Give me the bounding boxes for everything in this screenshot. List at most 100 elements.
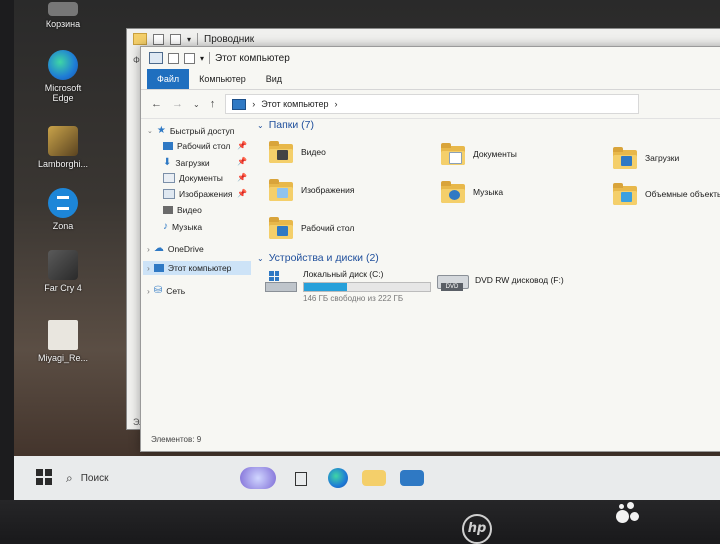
dvd-badge: DVD xyxy=(441,283,463,291)
nav-network[interactable]: › ⛁ Сеть xyxy=(147,285,185,296)
up-arrow-icon[interactable]: ↑ xyxy=(210,98,216,110)
dvd-drive-icon: DVD xyxy=(437,269,469,293)
folder-item-3d-objects[interactable]: Объемные объекты xyxy=(613,183,720,205)
folder-item-downloads[interactable]: Загрузки xyxy=(613,147,679,169)
desktop-icon-recycle-bin[interactable]: Корзина xyxy=(32,2,94,29)
dropdown-icon[interactable]: ▾ xyxy=(200,54,204,63)
file-explorer-icon[interactable] xyxy=(362,470,386,486)
folder-item-video[interactable]: Видео xyxy=(269,141,326,163)
chevron-down-icon[interactable]: ⌄ xyxy=(257,254,264,263)
status-bar-count: Элементов: 9 xyxy=(151,435,202,444)
devices-group-title: Устройства и диски (2) xyxy=(268,252,379,264)
drive-item-dvd[interactable]: DVD DVD RW дисковод (F:) xyxy=(437,269,564,293)
navigation-pane: ⌄ ★ Быстрый доступ Рабочий стол 📌 ⬇ Загр… xyxy=(141,119,251,419)
nav-label: Музыка xyxy=(172,221,203,232)
pin-icon[interactable]: 📌 xyxy=(237,157,247,166)
pictures-folder-icon xyxy=(269,179,293,201)
task-view-icon[interactable] xyxy=(290,467,314,489)
desktop-icon-far-cry[interactable]: Far Cry 4 xyxy=(32,250,94,293)
folder-icon xyxy=(133,33,147,45)
computer-icon xyxy=(232,98,247,110)
desktop-icon-label: Zona xyxy=(52,221,74,231)
nav-item-desktop[interactable]: Рабочий стол xyxy=(163,141,230,151)
folders-group-header[interactable]: ⌄ Папки (7) xyxy=(257,119,314,131)
screen: Корзина Microsoft Edge Lamborghi... Zona… xyxy=(14,0,720,500)
desktop-icon-zona[interactable]: Zona xyxy=(32,188,94,231)
folder-item-documents[interactable]: Документы xyxy=(441,143,517,165)
file-icon xyxy=(48,320,78,350)
address-path: Этот компьютер xyxy=(261,99,329,109)
nav-label: Документы xyxy=(179,173,223,183)
download-icon: ⬇ xyxy=(163,157,172,168)
nav-item-videos[interactable]: Видео xyxy=(163,205,202,215)
title-separator xyxy=(197,33,199,45)
chevron-right-icon[interactable]: › xyxy=(335,99,338,109)
desktop-icon xyxy=(163,142,173,150)
recycle-bin-icon xyxy=(48,2,78,16)
folder-label: Загрузки xyxy=(645,153,680,163)
desktop-icon-edge[interactable]: Microsoft Edge xyxy=(32,50,94,103)
nav-item-documents[interactable]: Документы xyxy=(163,173,223,183)
desktop-icon-label: Корзина xyxy=(45,19,81,29)
folder-item-pictures[interactable]: Изображения xyxy=(269,179,354,201)
properties-icon[interactable] xyxy=(153,33,164,45)
taskbar: ⌕ Поиск xyxy=(14,456,720,500)
nav-label: Этот компьютер xyxy=(167,263,232,273)
folder-label: Объемные объекты xyxy=(645,189,720,199)
folder-item-music[interactable]: Музыка xyxy=(441,181,503,203)
nav-this-pc[interactable]: › Этот компьютер xyxy=(143,261,251,275)
chevron-right-icon[interactable]: › xyxy=(147,244,150,254)
edge-icon xyxy=(48,50,78,80)
music-folder-icon xyxy=(441,181,465,203)
chevron-right-icon[interactable]: › xyxy=(147,263,150,273)
desktop-icon-lamborghini[interactable]: Lamborghi... xyxy=(32,126,94,169)
nav-quick-access[interactable]: ⌄ ★ Быстрый доступ xyxy=(147,125,234,136)
window-titlebar[interactable]: ▾ Этот компьютер xyxy=(141,47,720,69)
tab-file[interactable]: Файл xyxy=(147,69,190,89)
dropdown-icon[interactable]: ▾ xyxy=(187,35,191,44)
new-folder-icon[interactable] xyxy=(170,33,181,45)
mail-icon[interactable] xyxy=(400,470,424,486)
folder-item-desktop[interactable]: Рабочий стол xyxy=(269,217,354,239)
tab-view[interactable]: Вид xyxy=(256,69,292,89)
documents-icon xyxy=(163,173,175,183)
address-bar[interactable]: › Этот компьютер › xyxy=(225,94,640,114)
pin-icon[interactable]: 📌 xyxy=(237,173,247,182)
desktop-folder-icon xyxy=(269,217,293,239)
chevron-down-icon[interactable]: ⌄ xyxy=(147,127,153,135)
back-window-title: Проводник xyxy=(204,33,255,45)
game-icon xyxy=(48,126,78,156)
back-arrow-icon[interactable]: ← xyxy=(151,98,162,110)
nav-item-music[interactable]: ♪ Музыка xyxy=(163,221,202,232)
laptop-bezel xyxy=(0,500,720,540)
folder-label: Документы xyxy=(473,149,517,159)
pin-icon[interactable]: 📌 xyxy=(237,189,247,198)
cloud-icon: ☁ xyxy=(153,243,164,254)
widgets-button[interactable] xyxy=(240,467,276,489)
recent-dropdown-icon[interactable]: ⌄ xyxy=(193,100,200,109)
chevron-down-icon[interactable]: ⌄ xyxy=(257,121,264,130)
pictures-icon xyxy=(163,189,175,199)
nav-item-downloads[interactable]: ⬇ Загрузки xyxy=(163,157,210,168)
nav-onedrive[interactable]: › ☁ OneDrive xyxy=(147,243,204,254)
explorer-window[interactable]: ▾ Этот компьютер Файл Компьютер Вид ← → … xyxy=(140,46,720,452)
start-button[interactable] xyxy=(36,469,54,487)
nav-item-pictures[interactable]: Изображения xyxy=(163,189,232,199)
music-icon: ♪ xyxy=(163,221,168,232)
back-window-ribbon-label: Ф xyxy=(133,55,140,65)
devices-group-header[interactable]: ⌄ Устройства и диски (2) xyxy=(257,252,379,264)
drive-label: DVD RW дисковод (F:) xyxy=(475,275,564,285)
taskbar-search[interactable]: ⌕ Поиск xyxy=(66,465,226,491)
properties-icon[interactable] xyxy=(168,52,179,64)
title-separator xyxy=(209,52,211,64)
forward-arrow-icon[interactable]: → xyxy=(172,98,183,110)
pin-icon[interactable]: 📌 xyxy=(237,141,247,150)
drive-item-local-disk[interactable]: Локальный диск (C:) 146 ГБ свободно из 2… xyxy=(265,269,431,303)
chevron-right-icon[interactable]: › xyxy=(147,286,150,296)
desktop-icon-miyagi[interactable]: Miyagi_Re... xyxy=(32,320,94,363)
tab-computer[interactable]: Компьютер xyxy=(189,69,256,89)
edge-icon[interactable] xyxy=(328,468,348,488)
downloads-folder-icon xyxy=(613,147,637,169)
nav-label: Загрузки xyxy=(175,157,210,168)
new-folder-icon[interactable] xyxy=(184,52,195,64)
